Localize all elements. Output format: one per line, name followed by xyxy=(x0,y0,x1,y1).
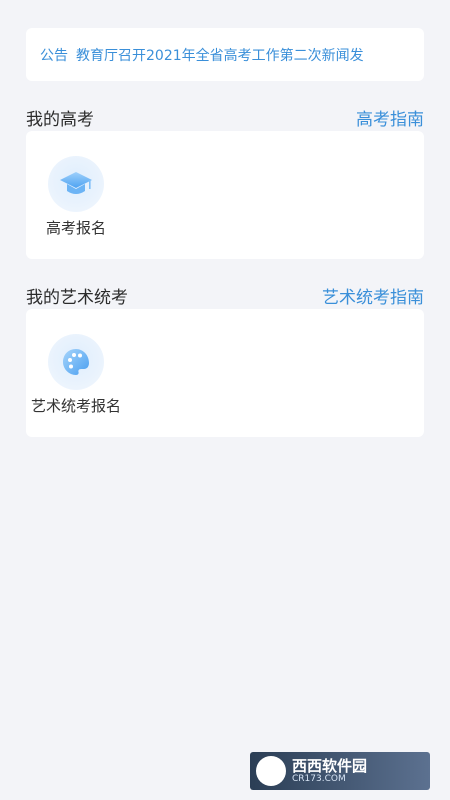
gaokao-registration-label: 高考报名 xyxy=(45,219,106,237)
art-exam-card: 艺术统考报名 xyxy=(26,309,424,437)
gaokao-section-title: 我的高考 xyxy=(26,109,94,130)
watermark-text: 西西软件园 xyxy=(292,756,368,775)
notice-text[interactable]: 教育厅召开2021年全省高考工作第二次新闻发 xyxy=(76,45,364,65)
gaokao-guide-link[interactable]: 高考指南 xyxy=(356,105,424,130)
gaokao-card: 高考报名 xyxy=(26,131,424,259)
gaokao-section-header: 我的高考 高考指南 xyxy=(26,105,424,130)
art-exam-registration-button[interactable]: 艺术统考报名 xyxy=(21,334,131,416)
art-exam-section-title: 我的艺术统考 xyxy=(26,287,128,308)
gaokao-registration-button[interactable]: 高考报名 xyxy=(21,156,131,238)
palette-icon xyxy=(48,334,104,390)
art-exam-registration-label: 艺术统考报名 xyxy=(30,397,121,415)
art-exam-section-header: 我的艺术统考 艺术统考指南 xyxy=(26,283,424,308)
watermark-logo-icon xyxy=(256,756,286,786)
site-watermark: 西西软件园 CR173.COM xyxy=(250,752,430,790)
watermark-subtext: CR173.COM xyxy=(292,774,346,785)
notice-tag: 公告 xyxy=(40,47,68,64)
notice-bar[interactable]: 公告 教育厅召开2021年全省高考工作第二次新闻发 xyxy=(26,28,424,81)
graduation-cap-icon xyxy=(48,156,104,212)
art-exam-guide-link[interactable]: 艺术统考指南 xyxy=(322,283,424,308)
